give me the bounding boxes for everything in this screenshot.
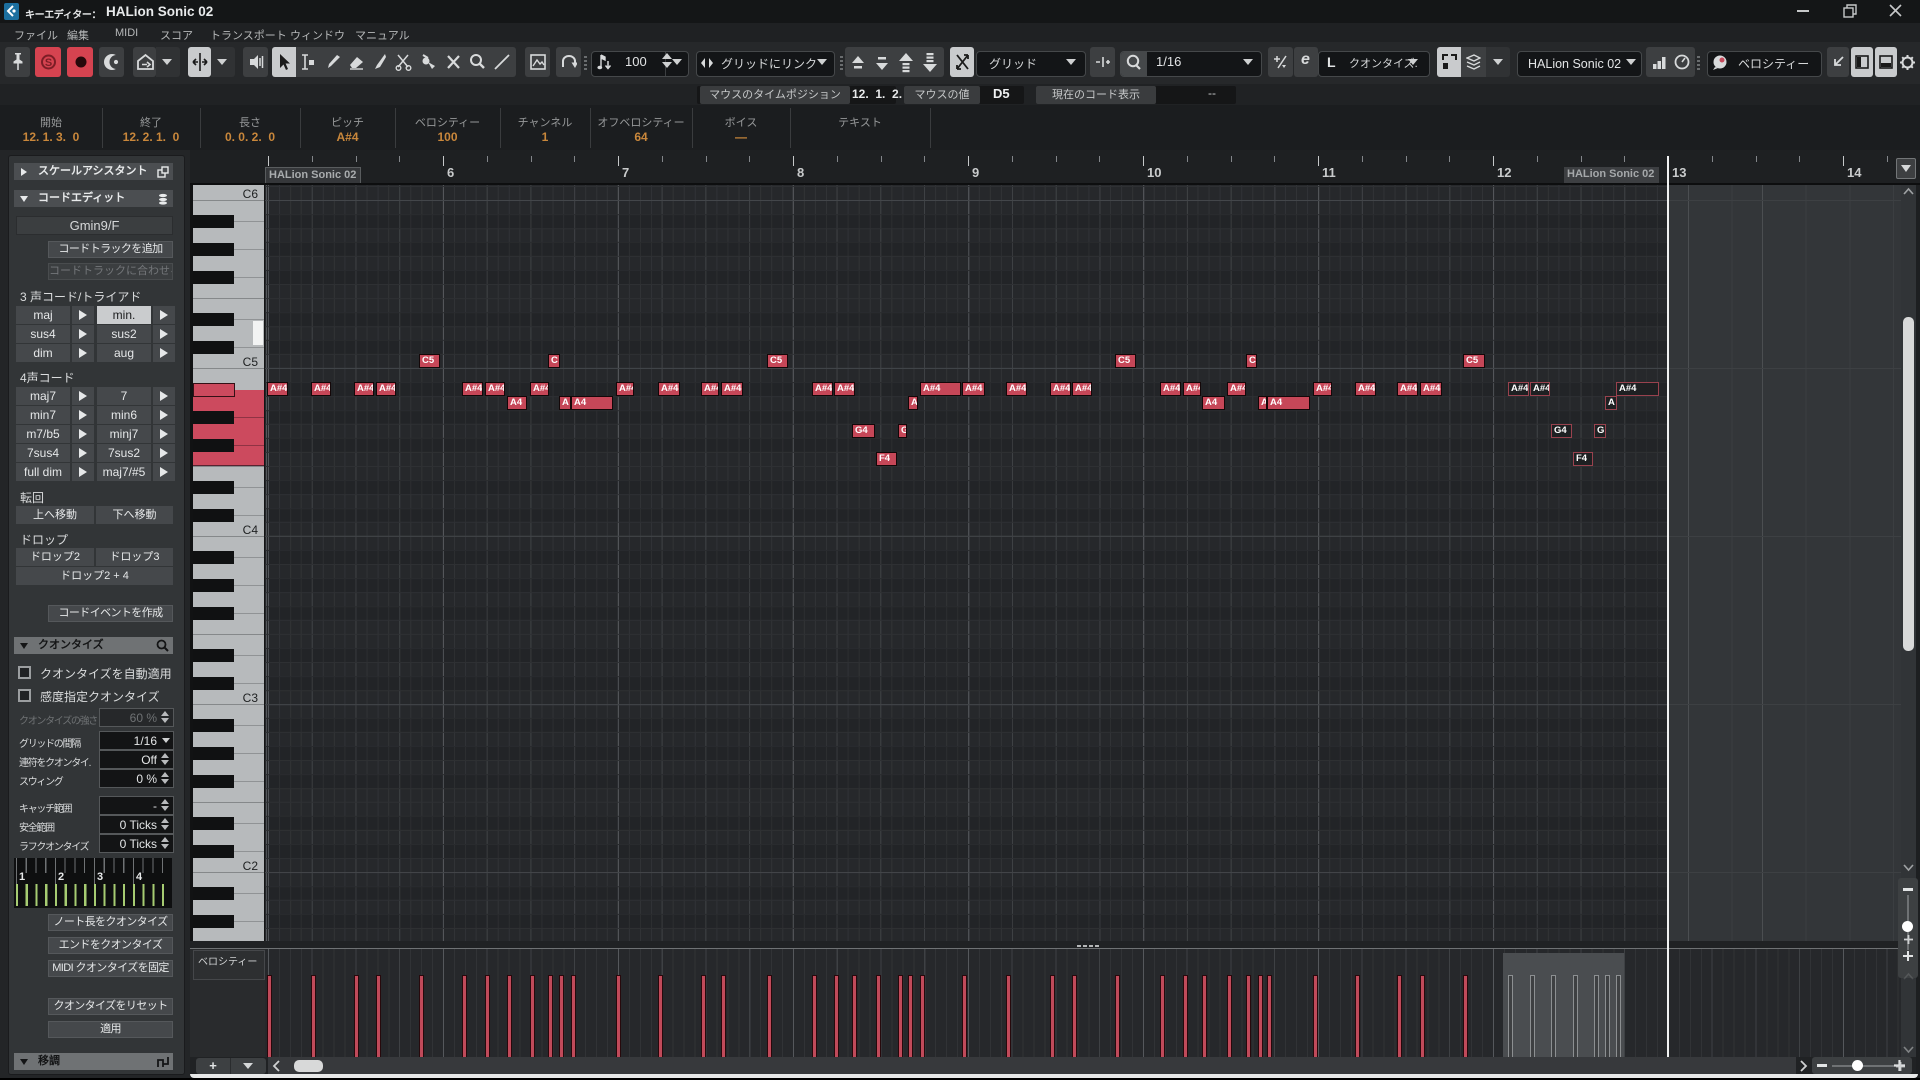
svg-text:S: S	[45, 57, 52, 69]
